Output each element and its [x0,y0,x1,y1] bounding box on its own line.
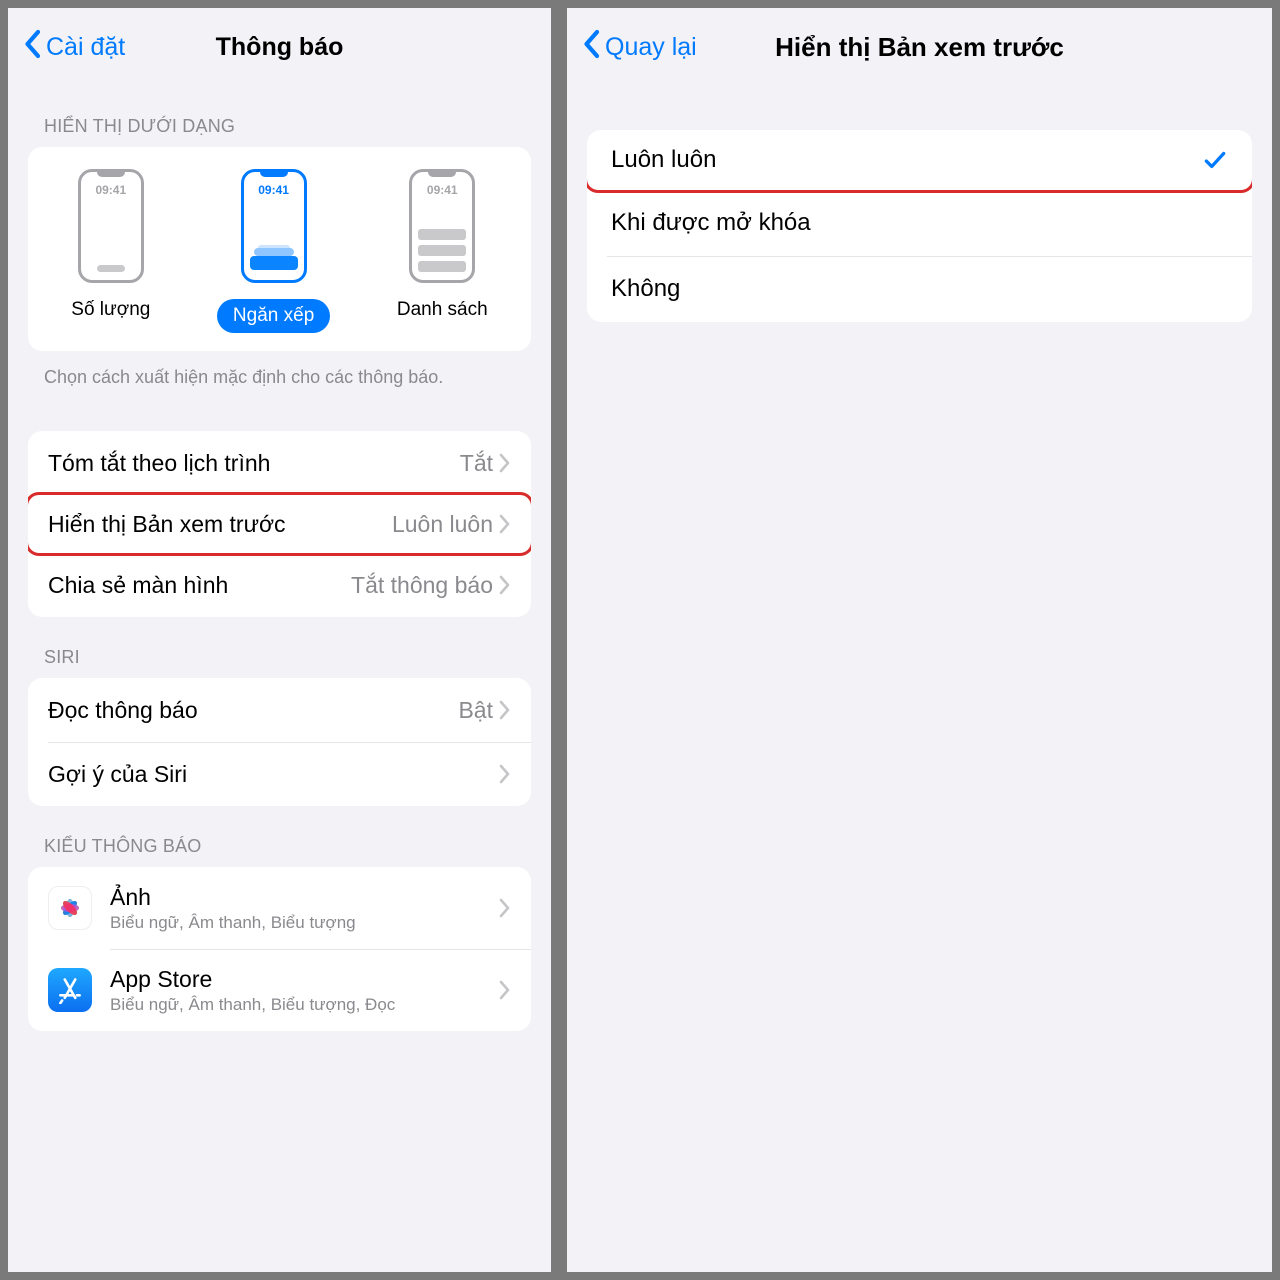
navbar: Cài đặt Thông báo [8,8,551,86]
display-as-picker: 09:41 Số lượng 09:41 Ngăn xếp 09:41 Danh… [28,147,531,351]
app-sub: Biểu ngữ, Âm thanh, Biểu tượng, Đọc [110,995,499,1015]
back-button[interactable]: Cài đặt [22,8,125,86]
section-header-display-as: HIỂN THỊ DƯỚI DẠNG [8,86,551,147]
back-label: Quay lại [605,33,697,62]
appstore-app-icon [48,968,92,1012]
display-as-caption: Chọn cách xuất hiện mặc định cho các thô… [8,351,551,389]
option-when-unlocked[interactable]: Khi được mở khóa [587,190,1252,256]
row-screen-sharing[interactable]: Chia sẻ màn hình Tắt thông báo [28,553,531,617]
navbar: Quay lại Hiển thị Bản xem trước [567,8,1272,86]
phone-stack-icon: 09:41 [241,169,307,283]
settings-group-siri: Đọc thông báo Bật Gợi ý của Siri [28,678,531,806]
settings-group-apps: Ảnh Biểu ngữ, Âm thanh, Biểu tượng App S… [28,867,531,1031]
app-name: App Store [110,966,499,994]
row-announce-notifications[interactable]: Đọc thông báo Bật [28,678,531,742]
chevron-right-icon [499,980,511,1000]
row-siri-suggestions[interactable]: Gợi ý của Siri [28,742,531,806]
row-app-appstore[interactable]: App Store Biểu ngữ, Âm thanh, Biểu tượng… [28,949,531,1031]
back-button[interactable]: Quay lại [581,8,697,86]
show-previews-screen: Quay lại Hiển thị Bản xem trước Luôn luô… [559,0,1280,1280]
section-header-notification-style: KIỂU THÔNG BÁO [8,806,551,867]
chevron-right-icon [499,575,511,595]
page-title: Hiển thị Bản xem trước [775,32,1064,63]
chevron-right-icon [499,898,511,918]
app-name: Ảnh [110,884,499,912]
display-option-label: Ngăn xếp [217,299,330,333]
row-scheduled-summary[interactable]: Tóm tắt theo lịch trình Tắt [28,431,531,495]
chevron-right-icon [499,700,511,720]
section-header-siri: SIRI [8,617,551,678]
display-option-label: Số lượng [71,299,150,321]
chevron-right-icon [499,453,511,473]
preview-options-group: Luôn luôn Khi được mở khóa Không [587,130,1252,322]
option-never[interactable]: Không [587,256,1252,322]
photos-app-icon [48,886,92,930]
checkmark-icon [1202,147,1228,173]
settings-group-main: Tóm tắt theo lịch trình Tắt Hiển thị Bản… [28,431,531,617]
display-option-stack[interactable]: 09:41 Ngăn xếp [217,169,330,333]
back-label: Cài đặt [46,33,125,62]
app-sub: Biểu ngữ, Âm thanh, Biểu tượng [110,913,499,933]
chevron-left-icon [22,29,42,66]
page-title: Thông báo [216,33,344,62]
notifications-settings-screen: Cài đặt Thông báo HIỂN THỊ DƯỚI DẠNG 09:… [0,0,559,1280]
chevron-right-icon [499,514,511,534]
display-option-count[interactable]: 09:41 Số lượng [71,169,150,333]
display-option-label: Danh sách [397,299,488,321]
row-app-photos[interactable]: Ảnh Biểu ngữ, Âm thanh, Biểu tượng [28,867,531,949]
row-show-previews[interactable]: Hiển thị Bản xem trước Luôn luôn [28,492,531,556]
chevron-right-icon [499,764,511,784]
display-option-list[interactable]: 09:41 Danh sách [397,169,488,333]
option-always[interactable]: Luôn luôn [587,130,1252,193]
phone-list-icon: 09:41 [409,169,475,283]
phone-count-icon: 09:41 [78,169,144,283]
chevron-left-icon [581,29,601,66]
